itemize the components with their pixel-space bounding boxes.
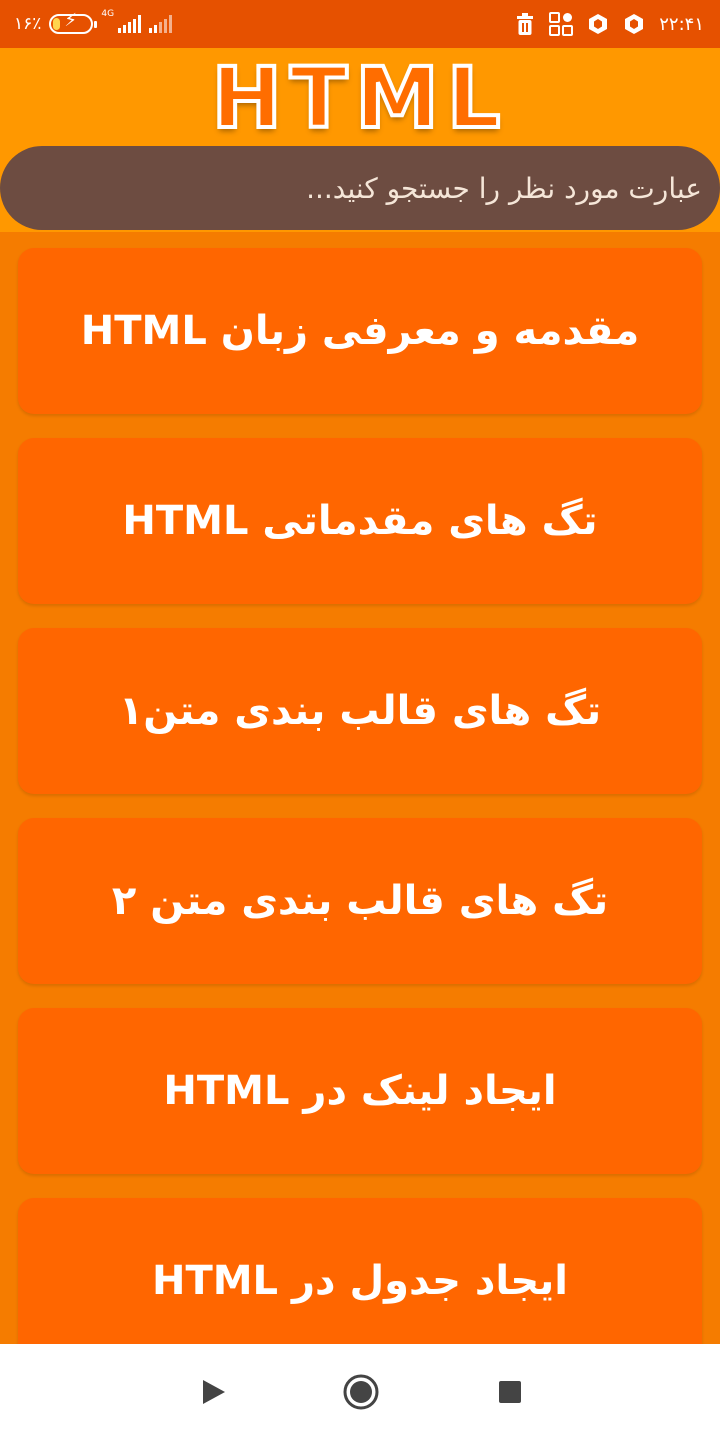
trash-icon bbox=[517, 13, 534, 35]
apps-icon bbox=[549, 12, 574, 36]
lesson-card[interactable]: ایجاد جدول در HTML bbox=[18, 1198, 702, 1344]
status-bar: ۱۶٪ ⚡ 4G ۲۲:۴۱ bbox=[0, 0, 720, 48]
search-input[interactable] bbox=[0, 171, 702, 205]
lesson-card[interactable]: مقدمه و معرفی زبان HTML bbox=[18, 248, 702, 414]
app-logo: HTML bbox=[210, 49, 509, 147]
lesson-card[interactable]: تگ های قالب بندی متن۱ bbox=[18, 628, 702, 794]
signal-icon bbox=[118, 15, 142, 33]
clock: ۲۲:۴۱ bbox=[659, 13, 704, 35]
lesson-title: تگ های مقدماتی HTML bbox=[122, 498, 598, 544]
back-button[interactable] bbox=[186, 1364, 242, 1420]
recents-button[interactable] bbox=[482, 1364, 538, 1420]
app-header: HTML bbox=[0, 48, 720, 232]
lesson-title: ایجاد جدول در HTML bbox=[151, 1258, 568, 1304]
recents-icon bbox=[499, 1381, 521, 1403]
lesson-card[interactable]: تگ های قالب بندی متن ۲ bbox=[18, 818, 702, 984]
hex-app-icon-2 bbox=[623, 13, 645, 35]
back-icon bbox=[203, 1380, 225, 1404]
lesson-title: مقدمه و معرفی زبان HTML bbox=[80, 308, 640, 354]
home-icon bbox=[343, 1374, 379, 1410]
battery-charging-icon: ⚡ bbox=[49, 12, 98, 34]
lesson-title: تگ های قالب بندی متن۱ bbox=[118, 688, 602, 734]
hex-app-icon bbox=[587, 13, 609, 35]
lesson-card[interactable]: تگ های مقدماتی HTML bbox=[18, 438, 702, 604]
lesson-list[interactable]: مقدمه و معرفی زبان HTML تگ های مقدماتی H… bbox=[0, 232, 720, 1344]
lesson-title: ایجاد لینک در HTML bbox=[163, 1068, 557, 1114]
status-left-group: ۱۶٪ ⚡ 4G bbox=[14, 0, 173, 48]
signal-weak-icon bbox=[149, 15, 173, 33]
home-button[interactable] bbox=[333, 1364, 389, 1420]
nav-bar bbox=[0, 1344, 720, 1440]
search-bar[interactable] bbox=[0, 146, 720, 230]
battery-percentage: ۱۶٪ bbox=[14, 14, 42, 34]
network-type: 4G bbox=[101, 9, 115, 19]
status-right-group: ۲۲:۴۱ bbox=[515, 0, 704, 48]
lesson-title: تگ های قالب بندی متن ۲ bbox=[111, 878, 609, 924]
lesson-card[interactable]: ایجاد لینک در HTML bbox=[18, 1008, 702, 1174]
